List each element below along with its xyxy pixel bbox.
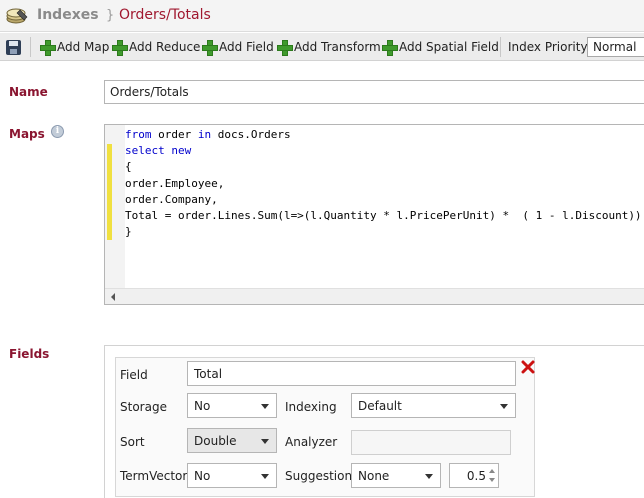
chevron-down-icon — [425, 474, 433, 479]
analyzer-input[interactable] — [351, 430, 511, 455]
horizontal-scrollbar[interactable] — [105, 288, 644, 304]
indexing-value: Default — [358, 399, 402, 413]
add-spatial-field-label: Add Spatial Field — [399, 40, 499, 54]
index-priority-label: Index Priority — [508, 40, 588, 54]
code-line: { — [125, 159, 642, 175]
page-title: Orders/Totals — [119, 7, 211, 23]
spin-up-icon[interactable] — [489, 469, 495, 473]
code-keyword: select — [125, 144, 165, 158]
plus-icon — [382, 40, 398, 56]
code-keyword: from — [125, 128, 152, 141]
chevron-down-icon — [500, 404, 508, 409]
indexing-select[interactable]: Default — [351, 393, 516, 418]
map-code-editor[interactable]: from order in docs.Orders select new{orde… — [104, 124, 644, 305]
toolbar-divider — [30, 37, 31, 57]
code-text: Total = order.Lines.Sum(l=>(l.Quantity *… — [125, 209, 642, 223]
termvector-select[interactable]: No — [187, 463, 277, 488]
code-text: order — [151, 128, 198, 141]
code-text: order.Company, — [125, 192, 218, 206]
field-name-input[interactable]: Total — [187, 361, 516, 386]
code-line: from order in docs.Orders — [125, 127, 642, 143]
maps-label: Maps — [9, 127, 45, 141]
code-line: } — [125, 224, 642, 240]
plus-icon — [40, 40, 56, 56]
termvector-value: No — [194, 469, 211, 483]
toolbar: Add Map Add Reduce Add Field Add Transfo… — [0, 33, 644, 61]
editor-gutter — [105, 125, 125, 304]
code-text: order.Employee, — [125, 176, 225, 190]
code-keyword: in — [197, 128, 212, 141]
suggestion-select[interactable]: None — [351, 463, 441, 488]
fields-label: Fields — [9, 347, 50, 361]
chevron-down-icon — [261, 439, 269, 444]
sort-value: Double — [194, 434, 237, 448]
close-icon[interactable] — [521, 360, 535, 374]
suggestion-value: None — [358, 469, 390, 483]
map-code[interactable]: from order in docs.Orders select new{orde… — [125, 127, 642, 240]
index-name-input[interactable] — [104, 80, 644, 104]
storage-value: No — [194, 399, 211, 413]
sort-select[interactable]: Double — [187, 428, 277, 453]
suggestion-accuracy-value: 0.5 — [466, 469, 486, 483]
add-spatial-field-button[interactable]: Add Spatial Field — [382, 38, 499, 56]
code-line: order.Employee, — [125, 176, 642, 192]
add-field-label: Add Field — [219, 40, 274, 54]
suggestion-label: Suggestion — [285, 469, 353, 483]
chevron-down-icon — [261, 404, 269, 409]
field-name-value: Total — [194, 367, 223, 381]
indexing-label: Indexing — [285, 400, 337, 414]
floppy-disk-icon[interactable] — [6, 40, 21, 55]
add-transform-label: Add Transform — [294, 40, 381, 54]
page-header: Indexes } Orders/Totals — [0, 0, 644, 32]
storage-label: Storage — [120, 400, 167, 414]
suggestion-accuracy-spinner[interactable]: 0.5 — [449, 463, 499, 488]
add-reduce-button[interactable]: Add Reduce — [112, 38, 200, 56]
add-field-button[interactable]: Add Field — [202, 38, 274, 56]
field-label: Field — [120, 368, 148, 382]
chevron-down-icon — [261, 474, 269, 479]
name-label: Name — [9, 85, 48, 99]
add-transform-button[interactable]: Add Transform — [277, 38, 381, 56]
toolbar-divider — [500, 37, 501, 57]
add-map-label: Add Map — [57, 40, 110, 54]
info-icon[interactable]: i — [51, 125, 64, 138]
breadcrumb-indexes[interactable]: Indexes — [37, 7, 99, 23]
index-priority-value: Normal — [593, 40, 637, 54]
change-marker — [107, 144, 112, 240]
code-text: } — [125, 225, 132, 239]
plus-icon — [202, 40, 218, 56]
plus-icon — [277, 40, 293, 56]
add-map-button[interactable]: Add Map — [40, 38, 109, 56]
code-text: { — [125, 160, 132, 174]
sort-label: Sort — [120, 435, 145, 449]
database-icon — [6, 8, 28, 24]
add-reduce-label: Add Reduce — [129, 40, 201, 54]
spin-down-icon[interactable] — [489, 478, 495, 482]
breadcrumb-separator: } — [106, 8, 115, 23]
code-line: select new — [125, 143, 642, 159]
code-keyword: new — [171, 144, 192, 158]
analyzer-label: Analyzer — [285, 435, 338, 449]
index-priority-select[interactable]: Normal — [587, 37, 644, 57]
plus-icon — [112, 40, 128, 56]
termvector-label: TermVector — [120, 469, 188, 483]
code-line: Total = order.Lines.Sum(l=>(l.Quantity *… — [125, 208, 642, 224]
code-line: order.Company, — [125, 192, 642, 208]
storage-select[interactable]: No — [187, 393, 277, 418]
code-text: docs.Orders — [211, 128, 291, 141]
scroll-left-icon[interactable] — [111, 293, 115, 301]
